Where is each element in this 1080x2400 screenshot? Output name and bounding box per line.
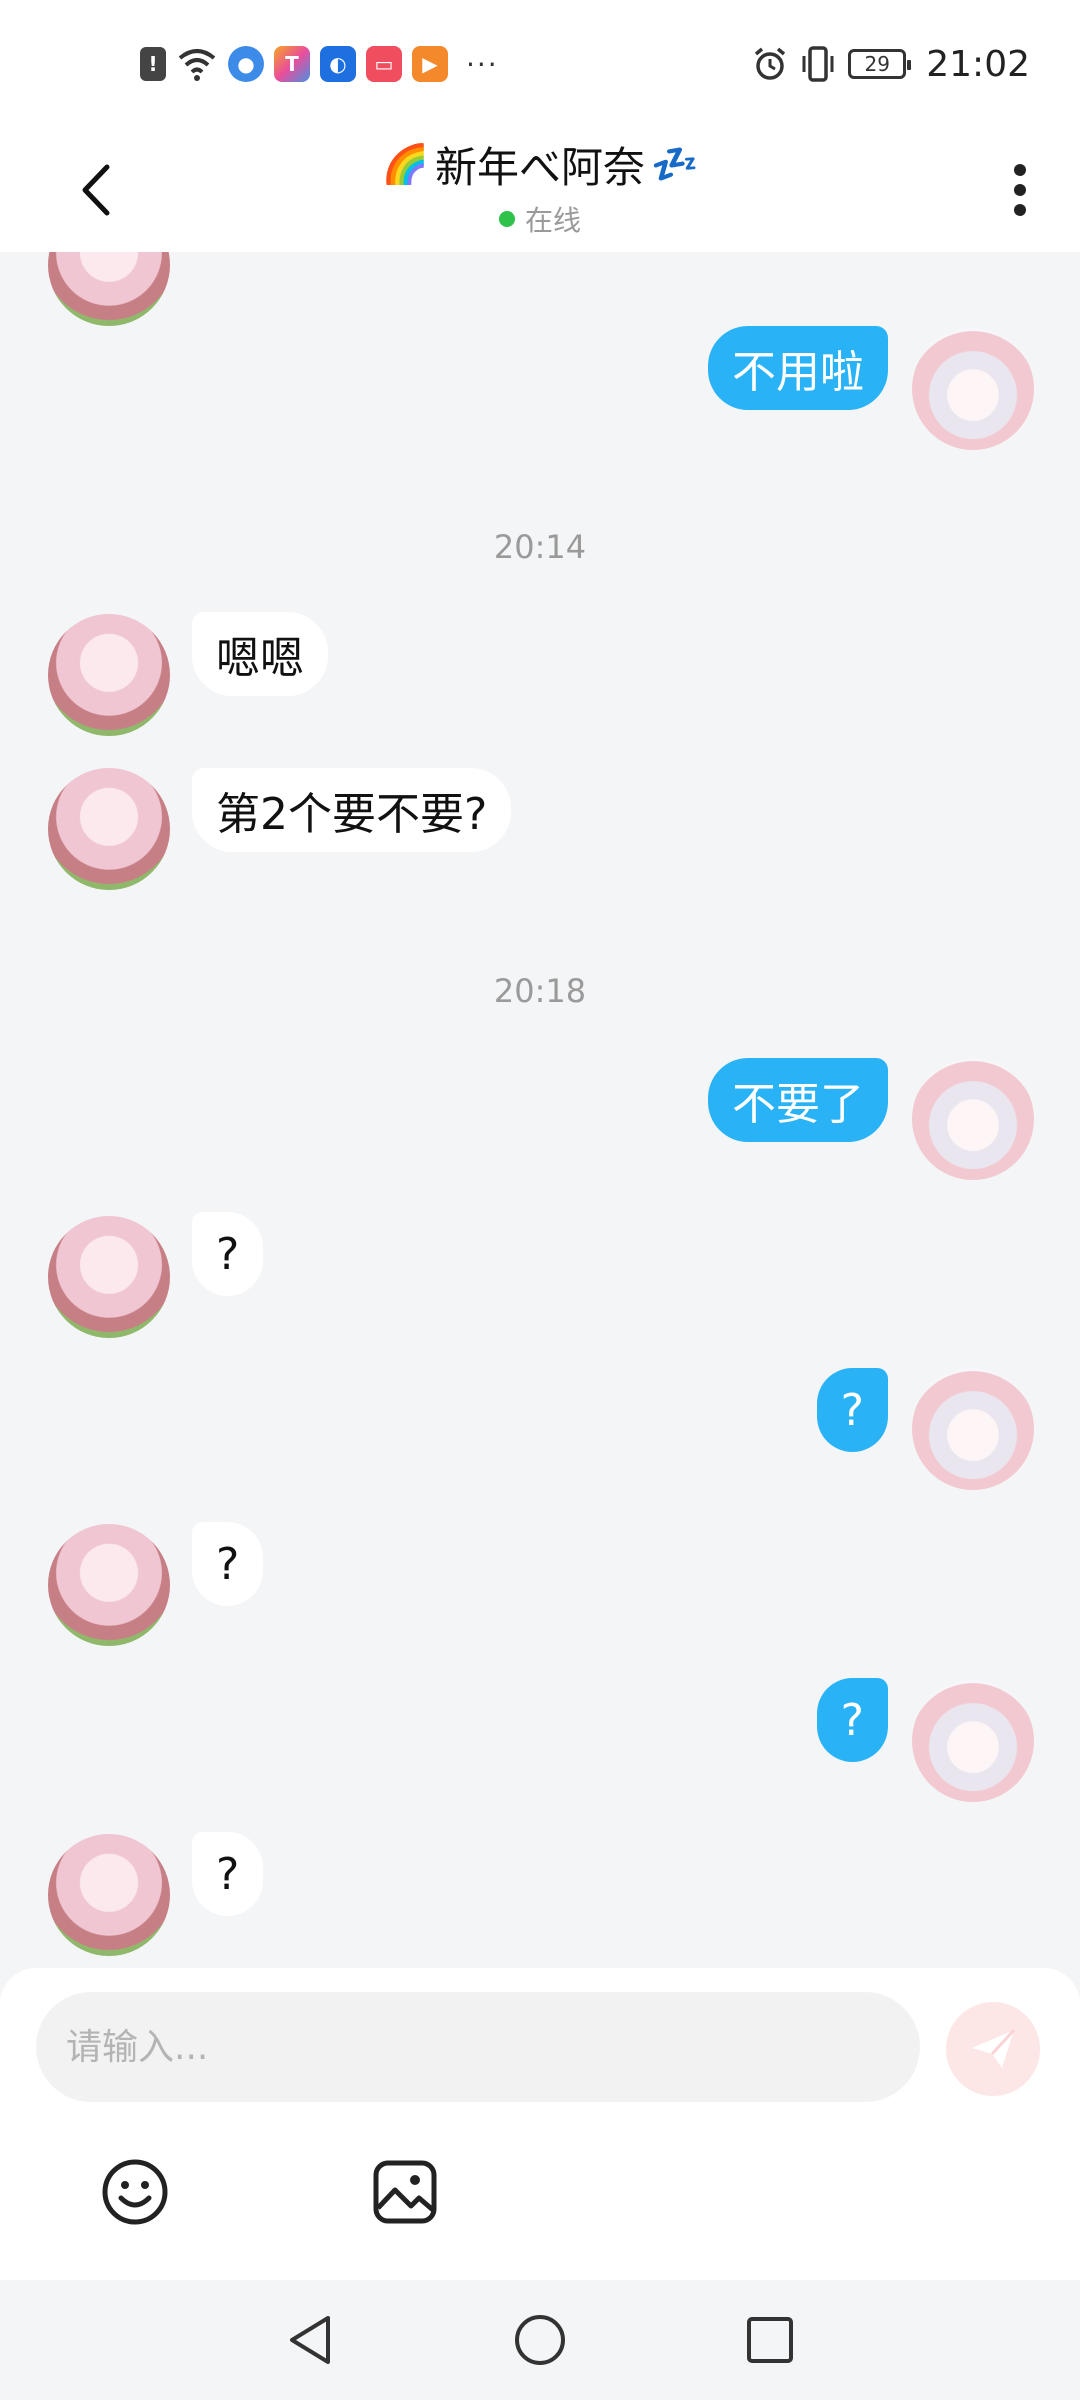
contact-name: 🌈 新年べ阿奈 💤 <box>382 134 699 195</box>
message-bubble-incoming[interactable]: 第2个要不要? <box>192 768 512 852</box>
message-bubble-incoming[interactable]: ? <box>192 1522 264 1606</box>
more-vertical-icon <box>1014 164 1026 216</box>
message-bubble-incoming[interactable]: 嗯嗯 <box>192 612 328 696</box>
message-bubble-outgoing[interactable]: 不用啦 <box>708 326 888 410</box>
status-notification-icons: ! ● T ◐ ▭ ▶ ··· <box>140 44 499 84</box>
my-avatar[interactable] <box>912 1058 1034 1180</box>
tool-app-icon: T <box>274 46 310 82</box>
smiley-icon <box>102 2159 168 2225</box>
chat-header: 🌈 新年べ阿奈 💤 在线 <box>0 128 1080 252</box>
online-dot-icon <box>498 211 515 227</box>
contact-avatar[interactable] <box>48 1524 170 1646</box>
image-picker-button[interactable] <box>365 2152 445 2232</box>
nav-back-button[interactable] <box>278 2308 342 2372</box>
more-options-button[interactable] <box>990 150 1050 230</box>
message-input[interactable] <box>36 1992 920 2102</box>
contact-title-area: 🌈 新年べ阿奈 💤 在线 <box>240 134 840 239</box>
zzz-emoji: 💤 <box>651 142 699 186</box>
nav-home-button[interactable] <box>508 2308 572 2372</box>
video-app-icon: ▶ <box>412 46 448 82</box>
alarm-icon <box>755 47 786 80</box>
composer-panel <box>0 1968 1080 2280</box>
time-separator: 20:14 <box>493 528 587 566</box>
idea-app-icon: ◐ <box>320 46 356 82</box>
alert-icon: ! <box>140 47 166 81</box>
contact-avatar[interactable] <box>48 1216 170 1338</box>
emoji-button[interactable] <box>95 2152 175 2232</box>
square-recents-icon <box>747 2317 793 2363</box>
online-status-text: 在线 <box>524 204 581 237</box>
time-separator: 20:18 <box>493 972 587 1010</box>
chevron-left-icon <box>82 164 110 216</box>
rainbow-emoji: 🌈 <box>381 142 429 186</box>
triangle-back-icon <box>290 2316 330 2364</box>
circle-home-icon <box>515 2315 565 2365</box>
more-notifications-indicator: ··· <box>466 47 499 81</box>
my-avatar[interactable] <box>912 1368 1034 1490</box>
message-bubble-outgoing[interactable]: ? <box>816 1368 888 1452</box>
contact-name-text: 新年べ阿奈 <box>434 143 645 192</box>
book-app-icon: ▭ <box>366 46 402 82</box>
wifi-icon <box>178 49 216 81</box>
browser-app-icon: ● <box>228 46 264 82</box>
contact-avatar[interactable] <box>48 252 170 326</box>
my-avatar[interactable] <box>912 328 1034 450</box>
back-button[interactable] <box>66 150 126 230</box>
nav-recents-button[interactable] <box>738 2308 802 2372</box>
status-system-icons: 29 21:02 <box>752 42 1030 86</box>
contact-avatar[interactable] <box>48 1834 170 1956</box>
message-bubble-incoming[interactable]: ? <box>192 1832 264 1916</box>
status-bar: ! ● T ◐ ▭ ▶ ··· 29 21:02 <box>0 0 1080 128</box>
online-status: 在线 <box>240 199 840 239</box>
battery-level: 29 <box>864 52 890 76</box>
message-list[interactable]: 不用啦 20:14 嗯嗯 第2个要不要? 20:18 不要了 ? ? ? ? ? <box>0 252 1080 1968</box>
send-icon <box>972 2028 1016 2068</box>
message-bubble-incoming[interactable]: ? <box>192 1212 264 1296</box>
image-icon <box>373 2160 437 2224</box>
message-bubble-outgoing[interactable]: ? <box>816 1678 888 1762</box>
battery-icon: 29 <box>848 49 912 79</box>
send-button[interactable] <box>946 2002 1040 2096</box>
my-avatar[interactable] <box>912 1680 1034 1802</box>
vibrate-icon <box>802 46 834 82</box>
contact-avatar[interactable] <box>48 768 170 890</box>
system-navigation-bar <box>0 2280 1080 2400</box>
contact-avatar[interactable] <box>48 614 170 736</box>
status-time: 21:02 <box>926 43 1030 85</box>
message-bubble-outgoing[interactable]: 不要了 <box>708 1058 888 1142</box>
